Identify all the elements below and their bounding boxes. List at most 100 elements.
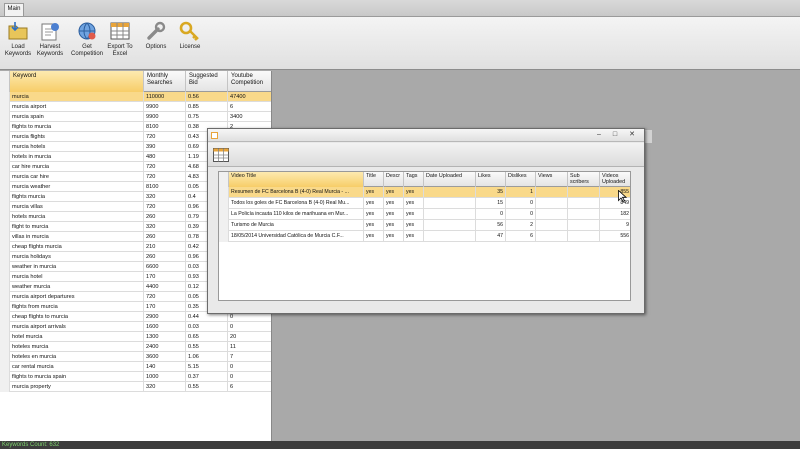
- table-cell[interactable]: [568, 220, 600, 231]
- row-header[interactable]: [0, 342, 10, 352]
- table-cell[interactable]: 5.15: [186, 362, 228, 372]
- row-header[interactable]: [0, 292, 10, 302]
- table-cell[interactable]: 480: [144, 152, 186, 162]
- table-cell[interactable]: 0.03: [186, 322, 228, 332]
- table-row[interactable]: Resumen de FC Barcelona B (4-0) Real Mur…: [219, 187, 630, 198]
- table-cell[interactable]: murcia airport departures: [10, 292, 144, 302]
- table-cell[interactable]: 320: [144, 382, 186, 392]
- table-cell[interactable]: flights from murcia: [10, 302, 144, 312]
- table-cell[interactable]: murcia airport arrivals: [10, 322, 144, 332]
- table-cell[interactable]: 556: [600, 231, 630, 242]
- table-cell[interactable]: 35: [476, 187, 506, 198]
- select-all-corner[interactable]: [0, 71, 10, 92]
- table-row[interactable]: hoteles en murcia 3600 1.06 7: [0, 352, 271, 362]
- table-row[interactable]: 18/05/2014 Universidad Católica de Murci…: [219, 231, 630, 242]
- row-header[interactable]: [0, 242, 10, 252]
- table-cell[interactable]: [568, 198, 600, 209]
- row-header[interactable]: [0, 182, 10, 192]
- table-cell[interactable]: flights to murcia spain: [10, 372, 144, 382]
- table-row[interactable]: hoteles murcia 2400 0.55 11: [0, 342, 271, 352]
- table-cell[interactable]: 110000: [144, 92, 186, 102]
- table-cell[interactable]: yes: [364, 209, 384, 220]
- table-cell[interactable]: 0.55: [186, 382, 228, 392]
- options-button[interactable]: Options: [140, 19, 172, 67]
- table-cell[interactable]: villas in murcia: [10, 232, 144, 242]
- row-header[interactable]: [0, 322, 10, 332]
- row-header[interactable]: [0, 272, 10, 282]
- table-cell[interactable]: 720: [144, 202, 186, 212]
- select-all-corner[interactable]: [219, 172, 229, 187]
- table-cell[interactable]: 9900: [144, 102, 186, 112]
- row-header[interactable]: [219, 220, 229, 231]
- table-cell[interactable]: 720: [144, 172, 186, 182]
- table-cell[interactable]: murcia spain: [10, 112, 144, 122]
- row-header[interactable]: [0, 192, 10, 202]
- table-cell[interactable]: 182: [600, 209, 630, 220]
- row-header[interactable]: [219, 198, 229, 209]
- table-cell[interactable]: [424, 220, 476, 231]
- row-header[interactable]: [0, 282, 10, 292]
- table-cell[interactable]: 390: [144, 142, 186, 152]
- table-cell[interactable]: murcia flights: [10, 132, 144, 142]
- table-cell[interactable]: 47: [476, 231, 506, 242]
- table-cell[interactable]: murcia car hire: [10, 172, 144, 182]
- table-cell[interactable]: La Policía incauta 110 kilos de marihuan…: [229, 209, 364, 220]
- row-header[interactable]: [0, 312, 10, 322]
- table-cell[interactable]: 720: [144, 162, 186, 172]
- row-header[interactable]: [219, 187, 229, 198]
- table-cell[interactable]: murcia airport: [10, 102, 144, 112]
- table-cell[interactable]: 8100: [144, 182, 186, 192]
- table-cell[interactable]: [536, 231, 568, 242]
- column-header-youtube-competition[interactable]: Youtube Competition: [228, 71, 271, 92]
- table-cell[interactable]: yes: [384, 209, 404, 220]
- table-cell[interactable]: 2: [506, 220, 536, 231]
- table-cell[interactable]: 1300: [144, 332, 186, 342]
- column-header-suggested-bid[interactable]: Suggested Bid: [186, 71, 228, 92]
- row-header[interactable]: [0, 372, 10, 382]
- table-row[interactable]: murcia airport arrivals 1600 0.03 0: [0, 322, 271, 332]
- table-cell[interactable]: 7: [228, 352, 271, 362]
- table-cell[interactable]: hotel murcia: [10, 332, 144, 342]
- table-cell[interactable]: 1600: [144, 322, 186, 332]
- row-header[interactable]: [219, 209, 229, 220]
- table-cell[interactable]: [424, 198, 476, 209]
- table-cell[interactable]: [424, 209, 476, 220]
- table-row[interactable]: murcia 110000 0.56 47400: [0, 92, 271, 102]
- table-cell[interactable]: 720: [144, 132, 186, 142]
- maximize-button[interactable]: □: [609, 130, 621, 140]
- table-cell[interactable]: 6: [506, 231, 536, 242]
- column-header-tags[interactable]: Tags: [404, 172, 424, 187]
- table-cell[interactable]: 6: [228, 382, 271, 392]
- table-cell[interactable]: car rental murcia: [10, 362, 144, 372]
- table-cell[interactable]: yes: [364, 231, 384, 242]
- column-header-subscribers[interactable]: Sub scribers: [568, 172, 600, 187]
- row-header[interactable]: [0, 332, 10, 342]
- table-row[interactable]: Turismo de Murcia yes yes yes 56 2 9: [219, 220, 630, 231]
- table-cell[interactable]: 1.06: [186, 352, 228, 362]
- table-row[interactable]: murcia spain 9900 0.75 3400: [0, 112, 271, 122]
- table-cell[interactable]: 170: [144, 272, 186, 282]
- table-cell[interactable]: weather murcia: [10, 282, 144, 292]
- table-cell[interactable]: 170: [144, 302, 186, 312]
- table-row[interactable]: murcia property 320 0.55 6: [0, 382, 271, 392]
- table-cell[interactable]: 18/05/2014 Universidad Católica de Murci…: [229, 231, 364, 242]
- column-header-descr[interactable]: Descr: [384, 172, 404, 187]
- table-cell[interactable]: hotels murcia: [10, 212, 144, 222]
- table-cell[interactable]: Todos los goles de FC Barcelona B (4-0) …: [229, 198, 364, 209]
- table-cell[interactable]: 0.65: [186, 332, 228, 342]
- table-cell[interactable]: 6: [228, 102, 271, 112]
- table-cell[interactable]: yes: [404, 209, 424, 220]
- table-cell[interactable]: cheap flights to murcia: [10, 312, 144, 322]
- table-cell[interactable]: yes: [404, 198, 424, 209]
- table-cell[interactable]: Turismo de Murcia: [229, 220, 364, 231]
- table-cell[interactable]: 9: [600, 220, 630, 231]
- table-cell[interactable]: 0: [228, 322, 271, 332]
- table-cell[interactable]: hotels in murcia: [10, 152, 144, 162]
- table-cell[interactable]: 0: [476, 209, 506, 220]
- table-cell[interactable]: yes: [384, 220, 404, 231]
- row-header[interactable]: [0, 132, 10, 142]
- row-header[interactable]: [0, 262, 10, 272]
- column-header-videos-uploaded[interactable]: Videos Uploaded: [600, 172, 630, 187]
- table-cell[interactable]: 720: [144, 292, 186, 302]
- row-header[interactable]: [0, 352, 10, 362]
